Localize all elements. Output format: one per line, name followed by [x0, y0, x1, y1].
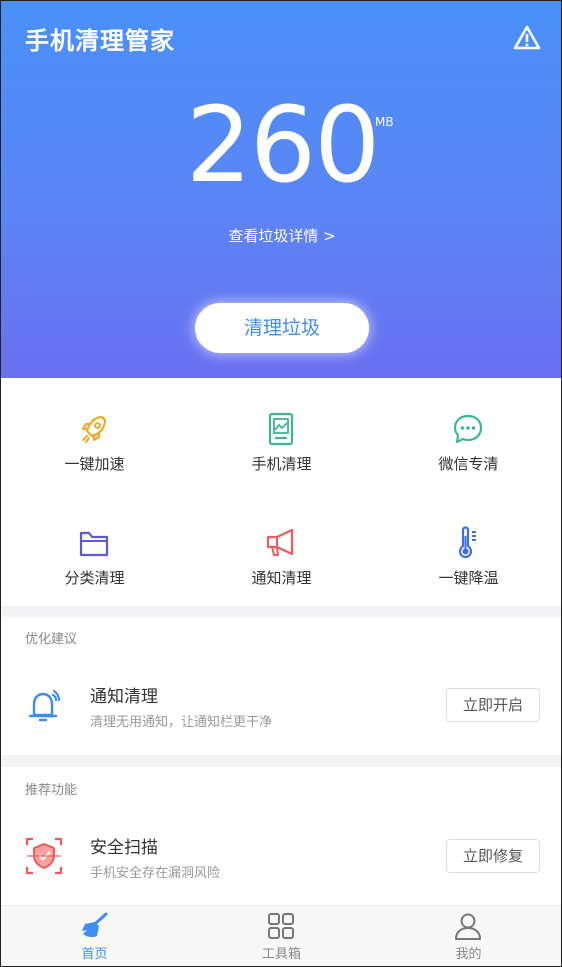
fix-now-button[interactable]: 立即修复 [446, 839, 540, 873]
rocket-icon [78, 412, 110, 446]
tool-cooldown[interactable]: 一键降温 [375, 492, 561, 606]
clean-junk-button[interactable]: 清理垃圾 [195, 303, 369, 353]
tab-label: 我的 [455, 947, 482, 962]
tool-label: 分类清理 [64, 569, 125, 587]
broom-icon [79, 912, 109, 940]
section-title-recommended: 推荐功能 [25, 783, 78, 798]
tool-notification-clean[interactable]: 通知清理 [188, 492, 375, 606]
grid-icon [266, 912, 296, 940]
junk-detail-link[interactable]: 查看垃圾详情 > [1, 225, 561, 246]
junk-size-value: 260 [185, 84, 381, 206]
card-title: 通知清理 [90, 687, 158, 707]
shield-scan-icon [23, 835, 65, 877]
app-title: 手机清理管家 [25, 27, 175, 55]
tab-toolbox[interactable]: 工具箱 [188, 906, 375, 966]
tool-category-clean[interactable]: 分类清理 [1, 492, 188, 606]
megaphone-icon [265, 526, 297, 560]
card-description: 清理无用通知，让通知栏更干净 [90, 715, 273, 730]
thermometer-icon [452, 526, 484, 560]
tool-grid: 一键加速 手机清理 微信专清 分类清理 通知清理 一键降温 [1, 378, 561, 606]
tool-label: 通知清理 [251, 569, 312, 587]
user-icon [453, 912, 483, 940]
tool-label: 手机清理 [251, 455, 312, 473]
phone-clean-icon [265, 412, 297, 446]
tab-mine[interactable]: 我的 [375, 906, 561, 966]
card-description: 手机安全存在漏洞风险 [90, 866, 221, 881]
bottom-tab-bar: 首页 工具箱 我的 [1, 905, 561, 966]
tool-label: 微信专清 [438, 455, 499, 473]
tab-home[interactable]: 首页 [1, 906, 188, 966]
tab-label: 首页 [81, 947, 108, 962]
tool-wechat-clean[interactable]: 微信专清 [375, 378, 561, 492]
bell-icon [23, 685, 65, 727]
folder-icon [78, 526, 110, 560]
tool-phone-clean[interactable]: 手机清理 [188, 378, 375, 492]
junk-size-unit: MB [375, 115, 394, 129]
hero-header: 手机清理管家 260 MB 查看垃圾详情 > 清理垃圾 [1, 1, 561, 378]
enable-now-button[interactable]: 立即开启 [446, 688, 540, 722]
section-title-optimization: 优化建议 [25, 632, 78, 647]
tool-boost[interactable]: 一键加速 [1, 378, 188, 492]
warning-triangle-icon[interactable] [513, 25, 541, 51]
tool-label: 一键加速 [64, 455, 125, 473]
phone-screen: 手机清理管家 260 MB 查看垃圾详情 > 清理垃圾 一键加速 手机清理 微信… [0, 0, 562, 967]
wechat-chat-icon [452, 412, 484, 446]
divider [1, 606, 561, 617]
tab-label: 工具箱 [261, 947, 301, 962]
tool-label: 一键降温 [438, 569, 499, 587]
divider [1, 755, 561, 767]
card-title: 安全扫描 [90, 838, 158, 858]
